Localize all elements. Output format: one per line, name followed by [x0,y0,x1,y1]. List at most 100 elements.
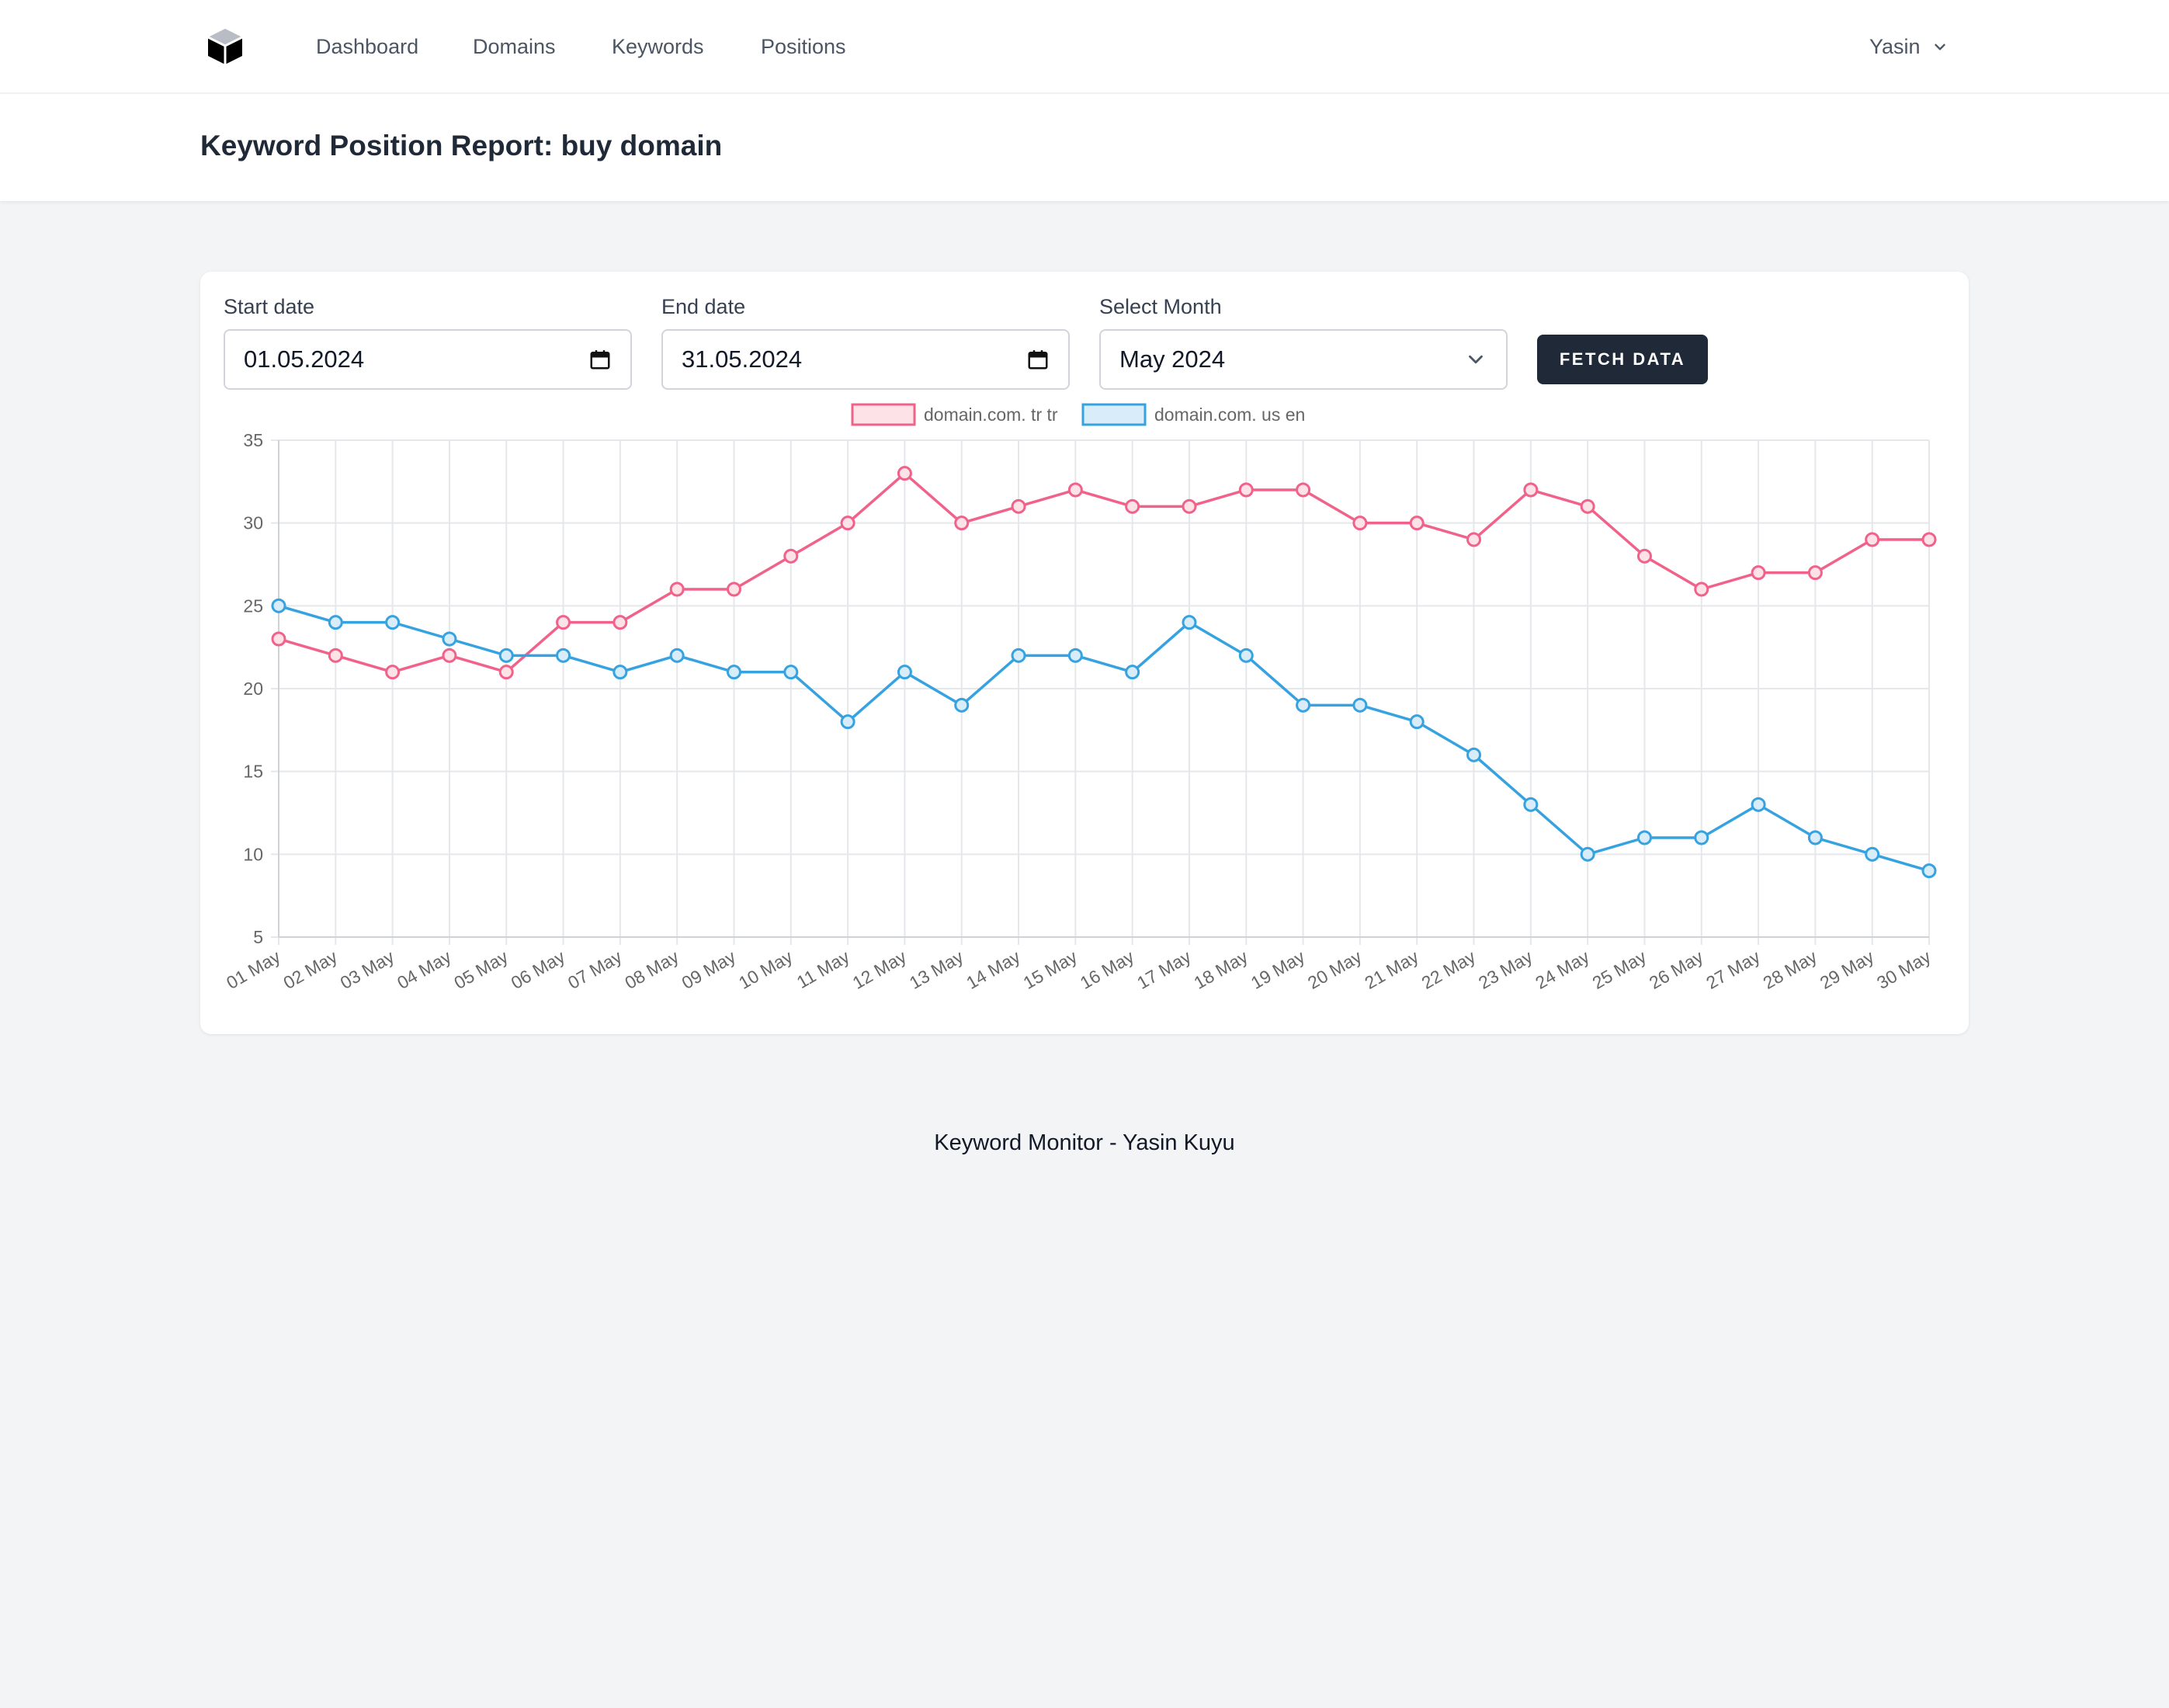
data-point [840,714,855,730]
y-tick-label: 25 [243,595,263,616]
x-tick-label: 06 May [508,946,569,993]
start-date-value: 01.05.2024 [244,345,365,373]
data-point [1067,482,1083,498]
data-point [1352,697,1368,713]
x-tick-label: 27 May [1702,946,1764,993]
legend-swatch [1081,403,1147,426]
data-point [1865,846,1880,862]
y-tick-label: 35 [243,430,263,450]
calendar-icon[interactable] [1026,348,1050,371]
x-tick-label: 18 May [1190,946,1251,993]
data-point [1011,647,1026,663]
data-point [1921,863,1937,879]
data-point [954,697,970,713]
data-point [498,665,514,680]
x-tick-label: 20 May [1304,946,1366,993]
data-point [1636,830,1652,845]
series-line-1 [278,604,1930,873]
data-point [1466,532,1482,547]
data-point [726,665,741,680]
nav-link-dashboard[interactable]: Dashboard [316,33,418,61]
data-point [669,581,685,597]
y-tick-label: 5 [253,927,263,947]
nav-link-domains[interactable]: Domains [473,33,556,61]
y-tick-label: 10 [243,844,263,864]
chevron-down-icon [1469,355,1483,364]
fetch-data-button[interactable]: FETCH DATA [1537,335,1708,384]
data-point [1523,797,1539,812]
nav-link-keywords[interactable]: Keywords [612,33,704,61]
y-tick-label: 20 [243,679,263,699]
data-point [328,615,343,630]
x-tick-label: 24 May [1532,946,1593,993]
x-tick-label: 02 May [279,946,341,993]
x-tick-label: 23 May [1475,946,1536,993]
chevron-down-icon [1934,43,1945,50]
data-point [1011,498,1026,514]
data-point [271,631,286,647]
data-point [556,615,571,630]
x-tick-label: 08 May [621,946,682,993]
select-month-dropdown[interactable]: May 2024 [1099,329,1508,390]
cube-logo-icon[interactable] [205,26,245,67]
data-point [1409,516,1425,531]
data-point [1807,565,1823,581]
data-point [783,548,799,564]
x-tick-label: 03 May [337,946,398,993]
data-point [897,466,912,481]
data-point [1865,532,1880,547]
data-point [726,581,741,597]
data-point [1580,498,1595,514]
data-point [1125,498,1140,514]
x-tick-label: 17 May [1133,946,1195,993]
data-point [1352,516,1368,531]
x-tick-label: 30 May [1873,946,1935,993]
data-point [385,615,401,630]
start-date-label: Start date [224,295,315,318]
y-tick-label: 30 [243,513,263,533]
report-card: Start date 01.05.2024 End date 31.05.202… [200,272,1969,1034]
x-tick-label: 13 May [906,946,967,993]
data-point [1751,797,1766,812]
data-point [613,615,628,630]
data-point [1182,615,1197,630]
series-line-0 [278,471,1929,674]
user-name: Yasin [1869,34,1921,58]
start-date-input[interactable]: 01.05.2024 [224,329,632,390]
x-tick-label: 10 May [735,946,796,993]
data-point [1125,665,1140,680]
data-point [1751,565,1766,581]
x-tick-label: 29 May [1817,946,1878,993]
data-point [1523,482,1539,498]
x-tick-label: 14 May [963,946,1024,993]
select-month-label: Select Month [1099,295,1222,318]
end-date-label: End date [661,295,746,318]
data-point [385,665,401,680]
data-point [669,647,685,663]
legend-label: domain.com. tr tr [924,404,1058,425]
select-month-value: May 2024 [1119,345,1226,373]
data-point [783,665,799,680]
data-point [442,647,457,663]
data-point [328,647,343,663]
data-point [1296,697,1311,713]
data-point [1694,581,1709,597]
user-menu[interactable]: Yasin [1869,31,1949,62]
x-tick-label: 04 May [394,946,455,993]
data-point [613,665,628,680]
data-point [271,598,286,613]
data-point [1238,482,1254,498]
legend-swatch [851,403,916,426]
data-point [1182,498,1197,514]
data-point [1296,482,1311,498]
end-date-input[interactable]: 31.05.2024 [661,329,1070,390]
x-tick-label: 09 May [678,946,740,993]
top-navigation-bar: Dashboard Domains Keywords Positions Yas… [0,0,2169,94]
x-tick-label: 16 May [1077,946,1138,993]
nav-link-positions[interactable]: Positions [761,33,846,61]
x-tick-label: 25 May [1589,946,1650,993]
x-tick-label: 15 May [1020,946,1081,993]
legend-label: domain.com. us en [1154,404,1305,425]
calendar-icon[interactable] [588,348,612,371]
x-tick-label: 07 May [564,946,626,993]
